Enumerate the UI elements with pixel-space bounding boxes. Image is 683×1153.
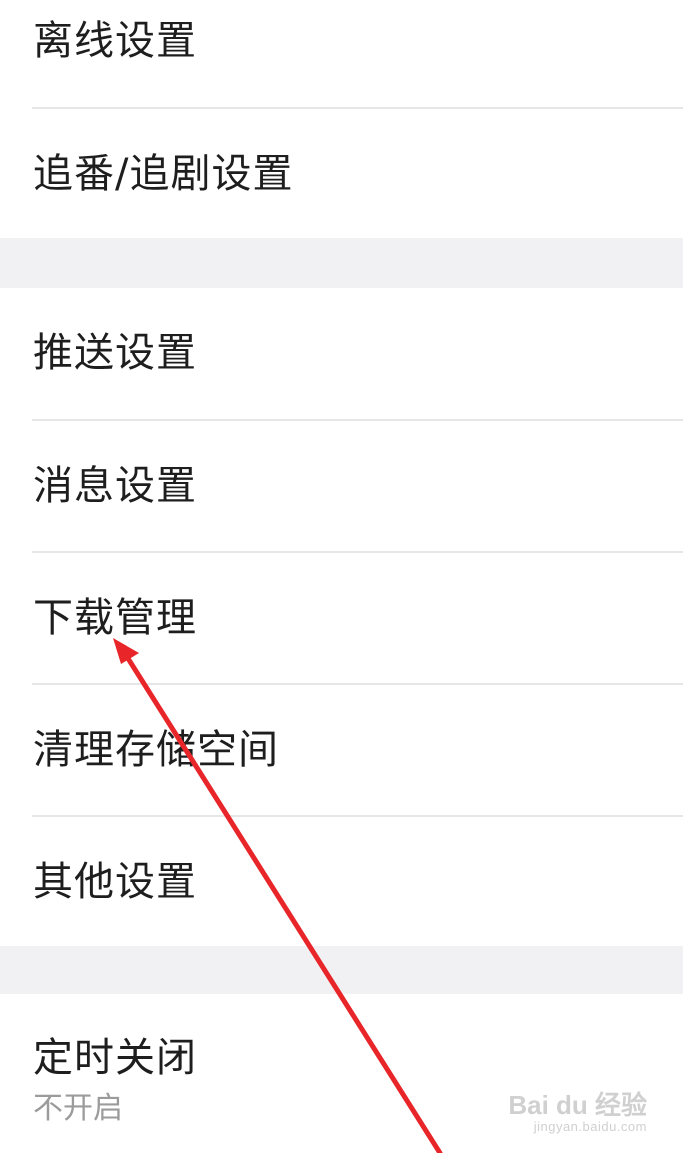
settings-item-download[interactable]: 下载管理 [0, 553, 683, 683]
settings-item-label: 追番/追剧设置 [33, 151, 294, 197]
settings-group-2: 推送设置 消息设置 下载管理 清理存储空间 其他设置 [0, 288, 683, 946]
settings-item-follow[interactable]: 追番/追剧设置 [0, 109, 683, 238]
settings-item-label: 定时关闭 [33, 1035, 197, 1081]
settings-item-other[interactable]: 其他设置 [0, 817, 683, 946]
section-gap [0, 946, 683, 994]
watermark-url: jingyan.baidu.com [533, 1119, 647, 1134]
settings-item-value: 不开启 [33, 1091, 123, 1126]
settings-item-label: 离线设置 [33, 18, 197, 64]
settings-item-clear-storage[interactable]: 清理存储空间 [0, 685, 683, 815]
section-gap [0, 238, 683, 288]
settings-item-label: 下载管理 [33, 595, 197, 641]
settings-item-label: 推送设置 [33, 330, 197, 376]
settings-item-label: 清理存储空间 [33, 727, 279, 773]
settings-item-push[interactable]: 推送设置 [0, 288, 683, 419]
settings-item-label: 消息设置 [33, 463, 197, 509]
watermark-brand: Bai du 经验 [508, 1090, 647, 1120]
settings-item-message[interactable]: 消息设置 [0, 421, 683, 551]
settings-item-label: 其他设置 [33, 859, 197, 905]
settings-item-offline[interactable]: 离线设置 [0, 0, 683, 107]
watermark: Bai du 经验 jingyan.baidu.com [508, 1091, 647, 1135]
settings-group-1: 离线设置 追番/追剧设置 [0, 0, 683, 238]
